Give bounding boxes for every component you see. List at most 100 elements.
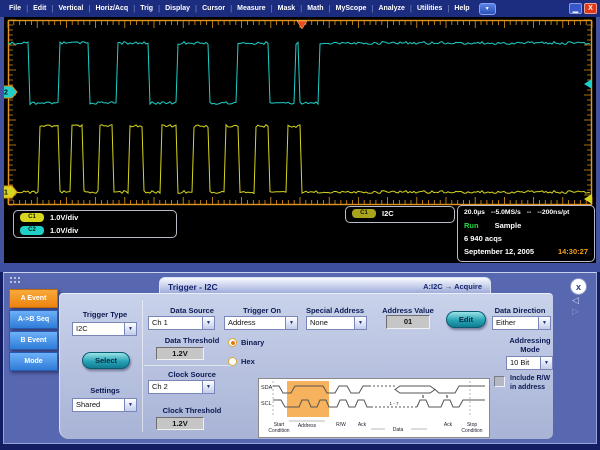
hex-radio-label: Hex <box>241 357 255 366</box>
chevron-down-icon: ▼ <box>485 6 490 12</box>
nav-next-icon[interactable]: ▷ <box>572 307 579 316</box>
menu-display[interactable]: Display <box>160 5 195 12</box>
special-address-dropdown-button[interactable]: ▼ <box>354 316 367 330</box>
nav-prev-icon[interactable]: ◁ <box>572 296 579 305</box>
close-icon: x <box>576 282 581 292</box>
select-button[interactable]: Select <box>82 352 130 369</box>
data-source-select[interactable]: Ch 1 ▼ <box>148 316 215 330</box>
addressing-mode-dropdown-button[interactable]: ▼ <box>540 356 553 370</box>
menu-cursor[interactable]: Cursor <box>197 5 230 12</box>
ch1-scale: 1.0V/div <box>50 212 78 223</box>
special-address-value: None <box>306 316 354 330</box>
trigger-tabs: A Event A->B Seq B Event Mode <box>9 289 61 373</box>
svg-text:1 - 7: 1 - 7 <box>389 401 399 406</box>
dialog-title: Trigger - I2C <box>168 282 218 292</box>
horizontal-segment: --5.0MS/s <box>491 207 521 218</box>
bus-label: I2C <box>382 208 394 219</box>
tab-mode[interactable]: Mode <box>9 352 58 371</box>
svg-text:2: 2 <box>4 90 8 97</box>
data-threshold-field[interactable]: 1.2V <box>156 347 204 360</box>
tab-a-event[interactable]: A Event <box>9 289 58 308</box>
menu-horiz-acq[interactable]: Horiz/Acq <box>90 5 133 12</box>
menu-vertical[interactable]: Vertical <box>53 5 88 12</box>
menu-myscope[interactable]: MyScope <box>331 5 372 12</box>
ch2-readout[interactable]: C2 1.0V/div <box>14 224 176 237</box>
menu-analyze[interactable]: Analyze <box>373 5 409 12</box>
menu-file[interactable]: File <box>4 5 26 12</box>
edit-button[interactable]: Edit <box>446 311 486 328</box>
chevron-down-icon: ▼ <box>128 402 133 408</box>
svg-text:Condition: Condition <box>268 428 289 434</box>
menu-overflow-button[interactable]: ▼ <box>479 3 496 15</box>
graticule-ticks <box>8 20 592 205</box>
ch2-level-arrow[interactable] <box>584 79 592 89</box>
special-address-label: Special Address <box>300 306 370 315</box>
menu-trig[interactable]: Trig <box>135 5 158 12</box>
bus-readout-box[interactable]: C1 I2C <box>345 206 455 223</box>
clock-source-value: Ch 2 <box>148 380 202 394</box>
ch2-trace[interactable] <box>8 42 590 105</box>
binary-radio[interactable]: Binary <box>228 338 264 347</box>
clock-source-dropdown-button[interactable]: ▼ <box>202 380 215 394</box>
minimize-button[interactable]: ▁ <box>569 3 582 14</box>
addressing-mode-value: 10 Bit <box>506 356 540 370</box>
menu-measure[interactable]: Measure <box>232 5 270 12</box>
ch2-scale: 1.0V/div <box>50 225 78 236</box>
dialog-grip[interactable] <box>9 276 21 283</box>
data-direction-dropdown-button[interactable]: ▼ <box>538 316 551 330</box>
chevron-down-icon: ▼ <box>128 326 133 332</box>
settings-dropdown-button[interactable]: ▼ <box>124 398 137 412</box>
svg-text:R/W: R/W <box>336 422 346 428</box>
clock-threshold-label: Clock Threshold <box>144 406 240 415</box>
hex-radio[interactable]: Hex <box>228 357 255 366</box>
trigger-dialog: Trigger - I2C A:I2C → Acquire x ◁ ▷ A Ev… <box>3 272 597 444</box>
menu-edit[interactable]: Edit <box>28 5 51 12</box>
frame-edge-left <box>0 17 4 263</box>
special-address-select[interactable]: None ▼ <box>306 316 367 330</box>
menu-utilities[interactable]: Utilities <box>412 5 447 12</box>
radio-icon <box>228 338 237 347</box>
acq-mode: Sample <box>495 220 522 231</box>
include-rw-label: Include R/W in address <box>510 375 568 392</box>
svg-text:Condition: Condition <box>461 428 482 434</box>
chevron-down-icon: ▼ <box>358 320 363 326</box>
dialog-close-button[interactable]: x <box>570 278 587 295</box>
data-direction-select[interactable]: Either ▼ <box>492 316 551 330</box>
frame-strip <box>0 263 600 272</box>
horizontal-segment: -- <box>527 207 532 218</box>
close-window-button[interactable]: X <box>584 3 597 14</box>
ch1-readout[interactable]: C1 1.0V/div <box>14 211 176 224</box>
ch1-level-arrow[interactable] <box>584 194 592 204</box>
ch1-trace[interactable] <box>8 125 590 194</box>
svg-text:8: 8 <box>422 394 425 399</box>
address-value-field[interactable]: 01 <box>386 315 430 329</box>
trigger-on-dropdown-button[interactable]: ▼ <box>285 316 298 330</box>
chevron-down-icon: ▼ <box>206 384 211 390</box>
data-source-dropdown-button[interactable]: ▼ <box>202 316 215 330</box>
include-rw-checkbox[interactable] <box>494 376 505 387</box>
svg-text:9: 9 <box>446 394 449 399</box>
trigger-type-dropdown-button[interactable]: ▼ <box>124 322 137 336</box>
clock-threshold-field[interactable]: 1.2V <box>156 417 204 430</box>
menu-mask[interactable]: Mask <box>273 5 301 12</box>
data-direction-label: Data Direction <box>488 306 552 315</box>
clock-source-select[interactable]: Ch 2 ▼ <box>148 380 215 394</box>
tab-a-b-seq[interactable]: A->B Seq <box>9 310 58 329</box>
menu-help[interactable]: Help <box>449 5 474 12</box>
svg-text:Ack: Ack <box>358 422 367 428</box>
acquisition-readout-box: 20.0µs--5.0MS/s----200ns/pt Run Sample 6… <box>457 205 595 262</box>
addressing-mode-select[interactable]: 10 Bit ▼ <box>506 356 553 370</box>
trigger-on-value: Address <box>224 316 285 330</box>
vertical-readout-box: C1 1.0V/div C2 1.0V/div <box>13 210 177 238</box>
settings-select[interactable]: Shared ▼ <box>72 398 137 412</box>
trigger-on-label: Trigger On <box>224 306 300 315</box>
chevron-down-icon: ▼ <box>289 320 294 326</box>
graticule-border <box>9 21 592 205</box>
trigger-type-select[interactable]: I2C ▼ <box>72 322 137 336</box>
tab-b-event[interactable]: B Event <box>9 331 58 350</box>
trigger-on-select[interactable]: Address ▼ <box>224 316 298 330</box>
svg-text:Ack: Ack <box>444 422 453 428</box>
address-value-label: Address Value <box>378 306 438 315</box>
svg-text:Data: Data <box>393 427 404 433</box>
menu-math[interactable]: Math <box>302 5 328 12</box>
